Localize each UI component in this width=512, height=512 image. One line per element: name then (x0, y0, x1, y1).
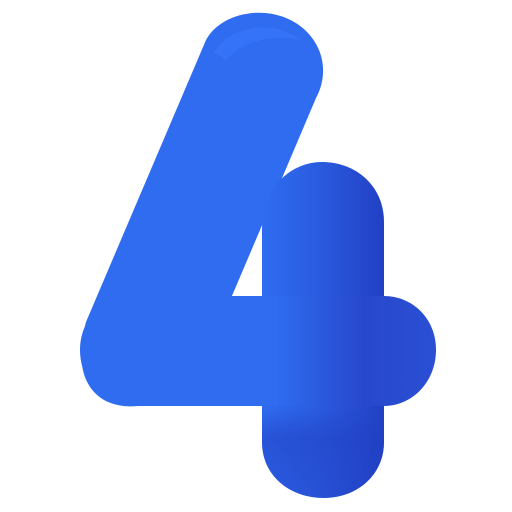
digit-four-logo-icon (80, 12, 436, 498)
app-icon-canvas (0, 0, 512, 512)
